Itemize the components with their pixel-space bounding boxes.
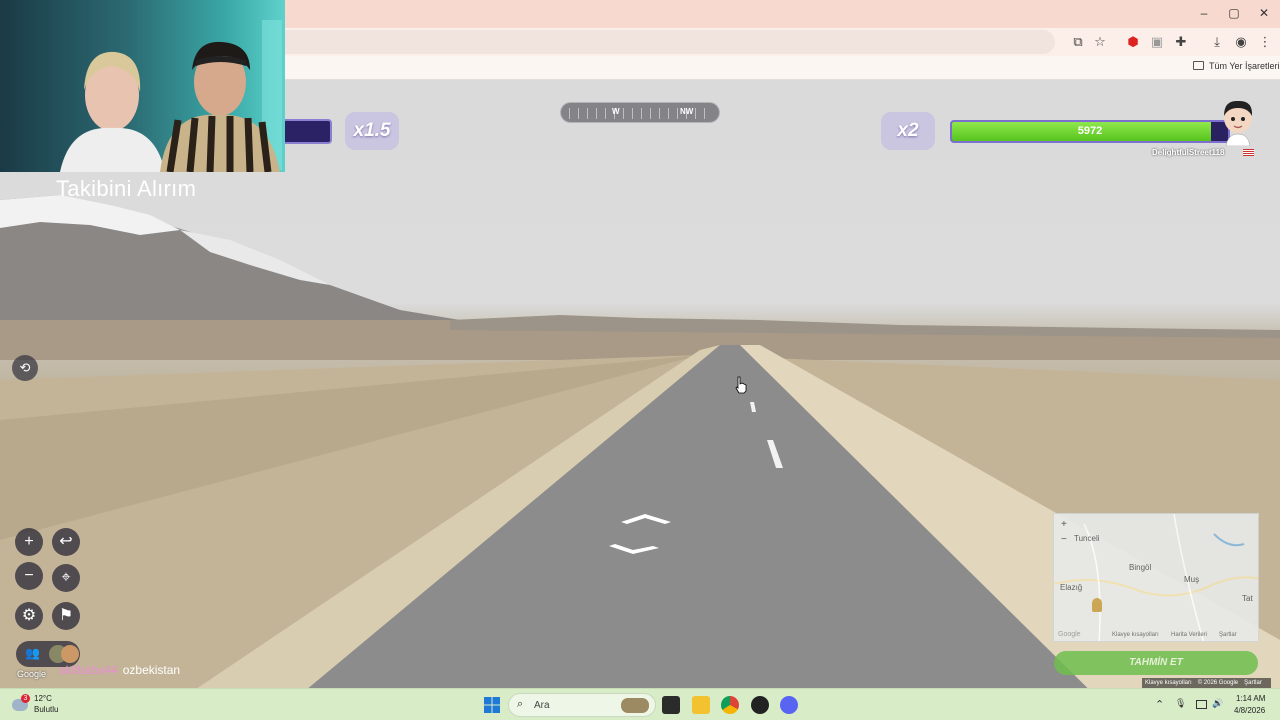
attribution-copyright: © 2026 Google — [1197, 680, 1239, 686]
player-health-bar: 5972 — [950, 120, 1230, 143]
compass-letter-nw: NW — [680, 107, 694, 116]
clock-time[interactable]: 1:14 AM — [1236, 694, 1265, 703]
task-view-icon[interactable] — [662, 696, 680, 714]
map-label-mus: Muş — [1184, 575, 1200, 584]
guess-minimap[interactable]: + − Tunceli Bingöl Muş Elazığ Tat Google… — [1053, 513, 1259, 642]
chat-message: akifbaba44 ozbekistan — [59, 663, 180, 677]
report-icon[interactable]: ⟲ — [12, 355, 38, 381]
map-label-elazig: Elazığ — [1060, 583, 1083, 592]
settings-button[interactable]: ⚙ — [15, 602, 43, 630]
taskbar: 3 12°C Bulutlu ⌕ Ara ⌃ 🎙 🔊 1:14 AM 4/8/2… — [0, 688, 1280, 720]
chat-text: ozbekistan — [122, 663, 181, 677]
flag-button[interactable]: ⚑ — [52, 602, 80, 630]
weather-temp[interactable]: 12°C — [34, 694, 52, 703]
all-bookmarks-link[interactable]: Tüm Yer İşaretleri — [1209, 61, 1280, 71]
extensions-puzzle-icon[interactable]: ✚ — [1172, 33, 1190, 51]
microphone-icon[interactable]: 🎙 — [1175, 698, 1186, 709]
install-app-icon[interactable]: ⧉ — [1069, 33, 1087, 51]
pegman-icon[interactable] — [1092, 598, 1102, 612]
volume-icon[interactable]: 🔊 — [1212, 698, 1223, 709]
browser-tab-strip: – ▢ ✕ — [285, 0, 1280, 28]
search-highlight-image — [621, 698, 649, 713]
extension-red-icon[interactable]: ⬢ — [1124, 33, 1142, 51]
player-avatar — [1224, 100, 1253, 146]
zoom-in-button[interactable]: + — [15, 528, 43, 556]
zoom-out-button[interactable]: − — [15, 562, 43, 590]
attribution-terms[interactable]: Şartlar — [1244, 680, 1262, 686]
download-icon[interactable]: ⤓ — [1208, 33, 1226, 51]
minimap-shortcuts-link[interactable]: Klavye kısayolları — [1112, 632, 1159, 638]
tray-chevron-icon[interactable]: ⌃ — [1155, 698, 1164, 711]
minimap-google-logo: Google — [1058, 631, 1081, 638]
network-icon[interactable] — [1196, 700, 1207, 709]
profile-avatar-icon[interactable]: ◉ — [1232, 33, 1250, 51]
minimize-button[interactable]: – — [1193, 4, 1215, 22]
nav-arrow-forward[interactable] — [621, 514, 671, 524]
bookmark-star-icon[interactable]: ☆ — [1091, 33, 1109, 51]
map-label-bingol: Bingöl — [1129, 563, 1152, 572]
map-attribution: Klavye kısayolları © 2026 Google Şartlar — [1142, 678, 1271, 688]
google-logo: Google — [17, 669, 47, 679]
webcam-overlay — [0, 0, 285, 172]
street-view-nav-arrows[interactable] — [605, 510, 675, 560]
address-bar[interactable] — [285, 30, 1055, 54]
health-value: 5972 — [1077, 125, 1103, 137]
bookmarks-bar — [285, 56, 1280, 80]
search-placeholder: Ara — [534, 700, 550, 711]
hand-cursor-icon — [735, 376, 747, 394]
back-to-start-button[interactable]: ↩ — [52, 528, 80, 556]
stream-overlay-text: Takibini Alırım — [56, 176, 197, 201]
map-label-tunceli: Tunceli — [1074, 534, 1100, 543]
minimap-terms-link[interactable]: Şartlar — [1219, 632, 1237, 638]
windows-start-icon[interactable] — [484, 697, 500, 713]
us-flag-icon — [1243, 149, 1254, 156]
guess-button[interactable]: TAHMİN ET — [1054, 651, 1258, 675]
mountains-background — [0, 195, 1280, 360]
file-explorer-icon[interactable] — [692, 696, 710, 714]
search-icon: ⌕ — [517, 698, 524, 710]
player-name: DelightfulStreet118 — [1152, 148, 1225, 157]
attribution-shortcuts[interactable]: Klavye kısayolları — [1145, 680, 1192, 686]
app-icon-dark[interactable] — [751, 696, 769, 714]
players-icon: 👥 — [25, 646, 40, 660]
compass: W NW — [560, 102, 720, 123]
discord-icon[interactable] — [780, 696, 798, 714]
maximize-button[interactable]: ▢ — [1223, 4, 1245, 22]
close-button[interactable]: ✕ — [1253, 4, 1275, 22]
weather-desc[interactable]: Bulutlu — [34, 705, 58, 714]
compass-letter-w: W — [612, 107, 620, 116]
multiplier-right-badge: x2 — [881, 112, 935, 150]
multiplier-left-badge: x1.5 — [345, 112, 399, 150]
player-avatar-small — [61, 645, 79, 663]
nav-arrow-backward[interactable] — [609, 544, 659, 554]
minimap-footer: Google Klavye kısayolları Harita Veriler… — [1054, 630, 1258, 641]
map-label-tat: Tat — [1242, 594, 1253, 603]
taskbar-search[interactable]: ⌕ Ara — [508, 693, 656, 717]
extension-gray-icon[interactable]: ▣ — [1148, 33, 1166, 51]
browser-menu-icon[interactable]: ⋮ — [1256, 33, 1274, 51]
checkpoint-button[interactable]: ⌖ — [52, 564, 80, 592]
chrome-icon[interactable] — [721, 696, 739, 714]
weather-badge: 3 — [21, 694, 30, 703]
minimap-map-data-link[interactable]: Harita Verileri — [1171, 632, 1207, 638]
opponent-health-bar — [285, 119, 332, 144]
folder-icon — [1193, 61, 1204, 70]
clock-date[interactable]: 4/8/2026 — [1234, 706, 1265, 715]
chat-username: akifbaba44 — [59, 663, 118, 677]
